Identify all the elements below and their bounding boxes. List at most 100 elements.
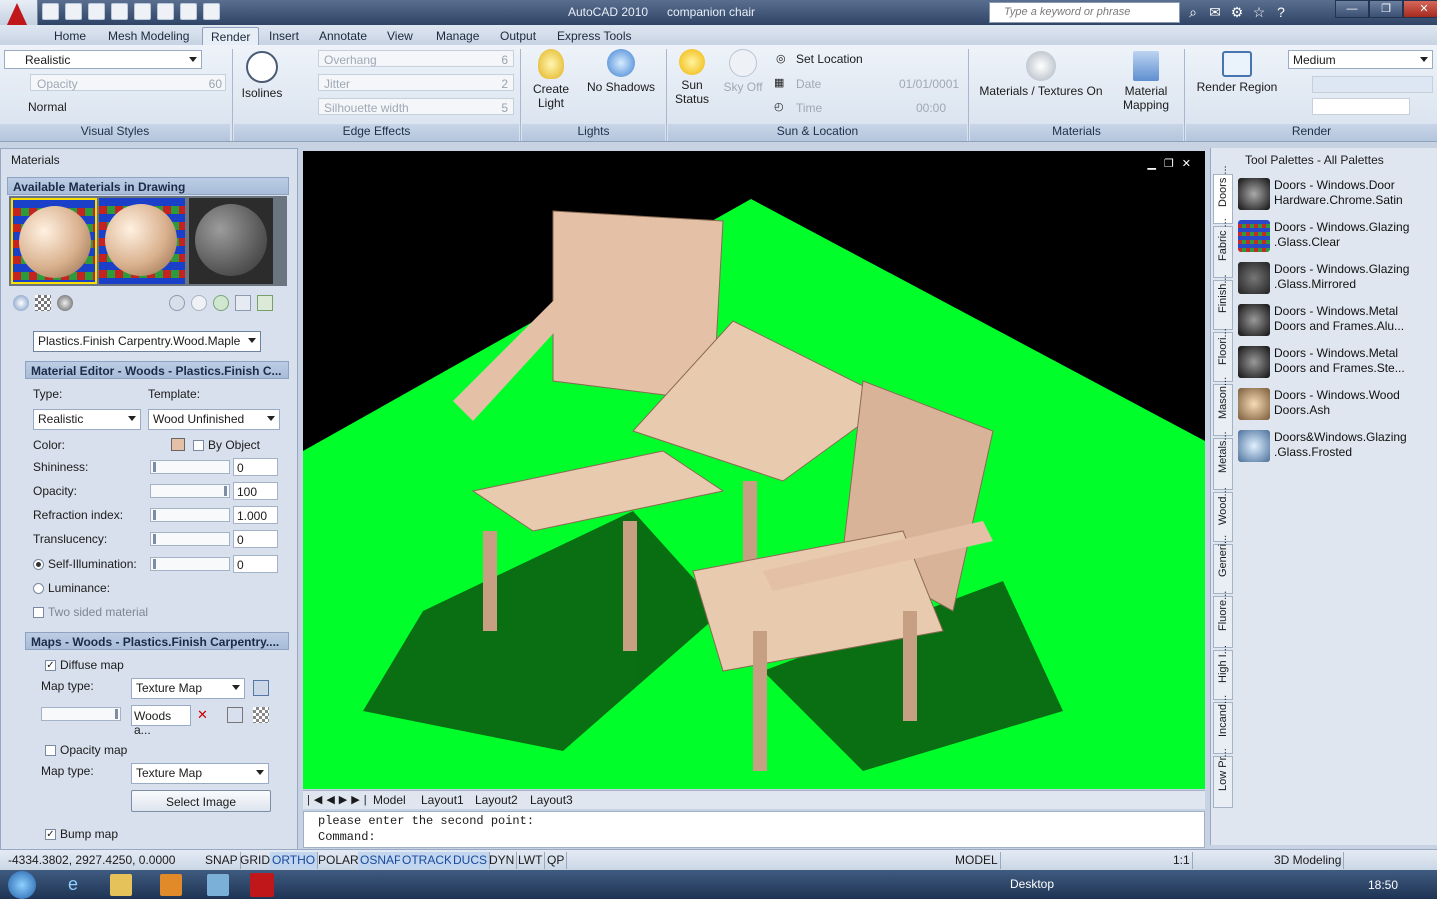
type-combo[interactable]: Realistic (33, 409, 141, 430)
bump-map-checkbox[interactable]: ✓ Bump map (45, 827, 118, 841)
swatch-wood-2[interactable] (99, 198, 185, 284)
luminance-radio[interactable]: Luminance: (33, 581, 110, 595)
open-file-icon[interactable] (65, 3, 82, 20)
render-slider[interactable] (1312, 76, 1433, 93)
panel-title-lights[interactable]: Lights (522, 124, 665, 141)
undo-icon[interactable] (111, 3, 128, 20)
template-combo[interactable]: Wood Unfinished (148, 409, 280, 430)
refraction-input[interactable]: 1.000 (233, 506, 278, 524)
layout-nav-arrows[interactable]: |◀◀▶▶| (307, 793, 371, 806)
model-space-button[interactable]: MODEL (953, 852, 1001, 869)
select-image-button[interactable]: Select Image (131, 790, 271, 812)
two-sided-checkbox[interactable]: Two sided material (33, 605, 148, 619)
shininess-input[interactable]: 0 (233, 458, 278, 476)
material-mapping-button[interactable]: Material Mapping (1118, 51, 1174, 112)
tab-layout3[interactable]: Layout3 (530, 793, 573, 807)
tab-fluorescent[interactable]: Fluore... (1213, 591, 1233, 648)
tab-high-intensity[interactable]: High I... (1213, 645, 1233, 700)
maximize-button[interactable]: ❐ (1369, 0, 1403, 18)
tab-incandescent[interactable]: Incand... (1213, 695, 1233, 754)
create-light-button[interactable]: Create Light (528, 49, 574, 110)
command-line[interactable]: please enter the second point: Command: (303, 811, 1205, 848)
tab-fabric[interactable]: Fabric ... (1213, 218, 1233, 278)
help-icon[interactable]: ? (1272, 3, 1290, 21)
tab-model[interactable]: Model (373, 793, 406, 807)
polar-toggle[interactable]: POLAR (316, 852, 362, 869)
tab-layout1[interactable]: Layout1 (421, 793, 464, 807)
palette-item-glass-clear[interactable]: Doors - Windows.Glazing .Glass.Clear (1238, 220, 1433, 256)
date-value[interactable]: 01/01/0001 (899, 77, 959, 91)
tab-masonry[interactable]: Mason... (1213, 377, 1233, 436)
tab-generic[interactable]: Generi... (1213, 535, 1233, 594)
search-input[interactable]: Type a keyword or phrase (989, 2, 1180, 23)
opacity-map-type-combo[interactable]: Texture Map (131, 763, 269, 784)
media-player-icon[interactable] (160, 874, 182, 896)
tab-mesh-modeling[interactable]: Mesh Modeling (100, 27, 197, 45)
lwt-toggle[interactable]: LWT (516, 852, 546, 869)
checker-background-icon[interactable] (35, 295, 51, 311)
subscription-icon[interactable]: ⚙ (1228, 3, 1246, 21)
diffuse-map-checkbox[interactable]: ✓ Diffuse map (45, 658, 124, 672)
tab-output[interactable]: Output (492, 27, 544, 45)
translucency-input[interactable]: 0 (233, 530, 278, 548)
start-button[interactable] (8, 871, 36, 899)
color-swatch[interactable] (171, 438, 185, 451)
diffuse-blend-slider[interactable] (41, 707, 121, 721)
close-button[interactable]: ✕ (1403, 0, 1437, 18)
tab-doors[interactable]: Doors ... (1213, 165, 1233, 224)
panel-title-visual-styles[interactable]: Visual Styles (0, 124, 230, 141)
panel-title-sun-location[interactable]: Sun & Location (668, 124, 967, 141)
save-icon[interactable] (88, 3, 105, 20)
workspace-switcher[interactable]: 3D Modeling (1272, 852, 1345, 869)
coordinates-readout[interactable]: -4334.3802, 2927.4250, 0.0000 (8, 853, 175, 867)
tab-insert[interactable]: Insert (261, 27, 307, 45)
publish-icon[interactable] (180, 3, 197, 20)
otrack-toggle[interactable]: OTRACK (400, 852, 456, 869)
map-type-combo[interactable]: Texture Map (131, 678, 245, 699)
viewport-window-controls[interactable]: ▁❐✕ (1147, 157, 1199, 170)
new-file-icon[interactable] (42, 3, 59, 20)
tab-annotate[interactable]: Annotate (311, 27, 375, 45)
tab-low-pressure[interactable]: Low Pr... (1213, 748, 1233, 808)
ie-icon[interactable]: e (68, 874, 90, 896)
favorites-star-icon[interactable]: ☆ (1250, 3, 1268, 21)
palette-item-glass-mirrored[interactable]: Doors - Windows.Glazing .Glass.Mirrored (1238, 262, 1433, 298)
tab-home[interactable]: Home (46, 27, 94, 45)
drawing-viewport[interactable]: ▁❐✕ (303, 151, 1205, 789)
tab-metals[interactable]: Metals... (1213, 431, 1233, 490)
self-illumination-slider[interactable] (150, 557, 230, 571)
minimize-button[interactable]: — (1335, 0, 1369, 18)
adjust-bitmap-icon[interactable] (227, 707, 243, 723)
communication-center-icon[interactable]: ✉ (1206, 3, 1224, 21)
autocad-taskbar-icon[interactable] (250, 873, 274, 897)
no-shadows-button[interactable]: No Shadows (586, 49, 656, 94)
visual-style-combo[interactable]: Realistic (4, 50, 202, 69)
palette-item-chrome-satin[interactable]: Doors - Windows.Door Hardware.Chrome.Sati… (1238, 178, 1433, 214)
opacity-slider-material[interactable] (150, 484, 230, 498)
tab-layout2[interactable]: Layout2 (475, 793, 518, 807)
face-style-dropdown[interactable]: Normal (28, 100, 67, 114)
annotation-scale[interactable]: 1:1 (1171, 852, 1193, 869)
refraction-slider[interactable] (150, 508, 230, 522)
remove-material-icon[interactable] (257, 295, 273, 311)
ducs-toggle[interactable]: DUCS (451, 852, 491, 869)
render-quality-combo[interactable]: Medium (1288, 50, 1433, 69)
create-material-icon[interactable] (169, 295, 185, 311)
render-region-button[interactable]: Render Region (1194, 51, 1280, 94)
tab-finish[interactable]: Finish... (1213, 274, 1233, 330)
panel-title-render[interactable]: Render (1186, 124, 1437, 141)
tab-flooring[interactable]: Floori... (1213, 328, 1233, 382)
palette-item-metal-steel[interactable]: Doors - Windows.Metal Doors and Frames.St… (1238, 346, 1433, 382)
opacity-map-checkbox[interactable]: Opacity map (45, 743, 127, 757)
palette-item-glass-frosted[interactable]: Doors&Windows.Glazing .Glass.Frosted (1238, 430, 1433, 466)
materials-textures-button[interactable]: Materials / Textures On (976, 51, 1106, 98)
set-location-button[interactable]: Set Location (796, 52, 863, 66)
remove-map-icon[interactable]: ✕ (197, 707, 213, 723)
workspace-icon[interactable] (203, 3, 220, 20)
map-preview-icon[interactable] (253, 707, 269, 723)
panel-title-materials[interactable]: Materials (970, 124, 1183, 141)
binoculars-icon[interactable]: ⌕ (1184, 3, 1202, 21)
swatch-maple-selected[interactable] (11, 198, 97, 284)
tab-render[interactable]: Render (202, 27, 260, 45)
self-illumination-radio[interactable]: Self-Illumination: (33, 557, 137, 571)
